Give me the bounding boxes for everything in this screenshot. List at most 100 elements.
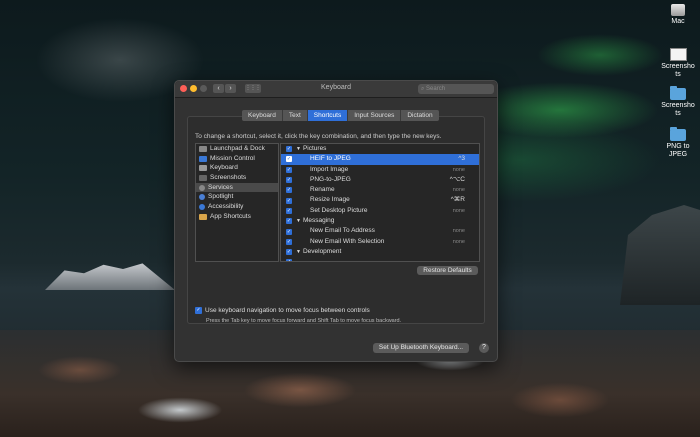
checkbox[interactable]: ✓ (286, 177, 292, 184)
shortcut-label: HEIF to JPEG (310, 155, 351, 163)
tab-shortcuts[interactable]: Shortcuts (307, 110, 349, 121)
keyboard-navigation-option: ✓ Use keyboard navigation to move focus … (195, 307, 370, 314)
shortcut-key[interactable]: none (453, 185, 465, 195)
screenshot-icon (199, 174, 207, 181)
shortcut-row[interactable]: ✓ Set Desktop Picture none (281, 206, 479, 216)
disclosure-triangle-icon[interactable]: ▼ (296, 146, 301, 152)
keyboard-preferences-window: ‹ › ⋮⋮⋮ Keyboard ⌕ Search Keyboard Text … (174, 80, 498, 362)
keyboard-navigation-checkbox[interactable]: ✓ (195, 307, 202, 314)
shortcut-group-messaging[interactable]: ✓ ▼ Messaging (281, 216, 479, 226)
checkbox[interactable]: ✓ (286, 218, 292, 225)
app-shortcuts-icon (199, 213, 207, 220)
keyboard-navigation-label: Use keyboard navigation to move focus be… (205, 307, 370, 314)
category-app-shortcuts[interactable]: App Shortcuts (196, 212, 278, 222)
checkbox[interactable]: ✓ (286, 259, 292, 261)
keyboard-navigation-hint: Press the Tab key to move focus forward … (206, 318, 402, 324)
shortcut-key[interactable]: none (453, 165, 465, 175)
desktop-icon-screenshots-folder[interactable]: Screenshots (658, 86, 698, 118)
tab-text[interactable]: Text (282, 110, 308, 121)
shortcut-group-development[interactable]: ✓ ▼ Development (281, 247, 479, 257)
gear-icon (199, 184, 205, 191)
shortcut-row[interactable]: ✓ New Email With Selection none (281, 237, 479, 247)
category-spotlight[interactable]: Spotlight (196, 192, 278, 202)
mission-control-icon (199, 155, 207, 162)
checkbox[interactable]: ✓ (286, 156, 292, 163)
shortcut-row[interactable]: ✓ (281, 257, 479, 261)
shortcut-key[interactable]: ^⌥C (450, 175, 465, 185)
checkbox[interactable]: ✓ (286, 146, 292, 153)
category-services[interactable]: Services (196, 182, 278, 193)
category-label: Keyboard (210, 164, 238, 172)
category-label: Spotlight (208, 193, 234, 201)
wallpaper-mountain (45, 263, 175, 290)
search-placeholder: Search (426, 86, 446, 92)
shortcut-row[interactable]: ✓ HEIF to JPEG ^3 (281, 154, 479, 165)
desktop-icon-label: Mac (671, 18, 685, 25)
shortcut-row[interactable]: ✓ PNG-to-JPEG ^⌥C (281, 175, 479, 185)
shortcut-row[interactable]: ✓ Rename none (281, 185, 479, 195)
screenshot-icon (669, 48, 687, 61)
category-mission-control[interactable]: Mission Control (196, 154, 278, 164)
help-button[interactable]: ? (479, 343, 489, 353)
category-label: App Shortcuts (210, 212, 251, 220)
tab-bar: Keyboard Text Shortcuts Input Sources Di… (242, 110, 439, 121)
desktop-icon-screenshots-file[interactable]: Screenshots (658, 48, 698, 79)
shortcut-row[interactable]: ✓ Resize Image ^⌘R (281, 195, 479, 205)
desktop-icon-mac[interactable]: Mac (658, 4, 698, 26)
shortcut-key[interactable]: ^⌘R (451, 195, 465, 205)
shortcut-key[interactable]: none (453, 206, 465, 216)
checkbox[interactable]: ✓ (286, 238, 292, 245)
restore-defaults-button[interactable]: Restore Defaults (417, 266, 478, 275)
shortcut-label: Development (302, 247, 342, 255)
desktop-icon-label: Screenshots (661, 102, 695, 117)
disclosure-triangle-icon[interactable]: ▼ (296, 249, 301, 255)
checkbox[interactable]: ✓ (286, 197, 292, 204)
shortcut-label: Rename (310, 186, 335, 194)
wallpaper-cliff (620, 205, 700, 305)
shortcut-label: PNG-to-JPEG (310, 175, 351, 183)
setup-bluetooth-keyboard-button[interactable]: Set Up Bluetooth Keyboard... (373, 343, 469, 353)
category-label: Mission Control (210, 154, 255, 162)
shortcut-label: New Email With Selection (310, 237, 385, 245)
category-screenshots[interactable]: Screenshots (196, 173, 278, 183)
instructions-text: To change a shortcut, select it, click t… (195, 133, 442, 140)
category-list: Launchpad & Dock Mission Control Keyboar… (195, 143, 279, 262)
shortcut-group-pictures[interactable]: ✓ ▼ Pictures (281, 144, 479, 154)
tab-input-sources[interactable]: Input Sources (348, 110, 402, 121)
shortcut-row[interactable]: ✓ Import Image none (281, 165, 479, 175)
drive-icon (671, 4, 685, 16)
shortcut-label: Resize Image (310, 196, 350, 204)
desktop-icon-label: Screenshots (661, 63, 695, 78)
checkbox[interactable]: ✓ (286, 228, 292, 235)
disclosure-triangle-icon[interactable]: ▼ (296, 218, 301, 224)
spotlight-icon (199, 194, 205, 201)
category-label: Accessibility (208, 203, 244, 211)
shortcut-list: ✓ ▼ Pictures ✓ HEIF to JPEG ^3 ✓ Import Image… (280, 143, 480, 262)
folder-icon (670, 86, 686, 100)
folder-icon (670, 127, 686, 141)
checkbox[interactable]: ✓ (286, 166, 292, 173)
keyboard-icon (199, 165, 207, 172)
checkbox[interactable]: ✓ (286, 187, 292, 194)
shortcut-label: Set Desktop Picture (310, 206, 368, 214)
shortcut-key[interactable]: ^3 (458, 154, 465, 164)
category-label: Launchpad & Dock (210, 145, 265, 152)
title-bar: ‹ › ⋮⋮⋮ Keyboard ⌕ Search (175, 81, 497, 98)
shortcut-key[interactable]: none (453, 237, 465, 247)
category-keyboard[interactable]: Keyboard (196, 163, 278, 173)
search-field[interactable]: ⌕ Search (418, 84, 494, 94)
checkbox[interactable]: ✓ (286, 249, 292, 256)
launchpad-icon (199, 145, 207, 152)
category-accessibility[interactable]: Accessibility (196, 202, 278, 212)
desktop-icon-png-to-jpeg-folder[interactable]: PNG to JPEG (658, 127, 698, 159)
shortcut-key[interactable]: none (453, 226, 465, 236)
tab-dictation[interactable]: Dictation (401, 110, 439, 121)
desktop-icon-label: PNG to JPEG (666, 143, 690, 158)
shortcut-label: Messaging (302, 217, 335, 225)
shortcut-label: Pictures (302, 145, 327, 152)
shortcut-label: Import Image (310, 165, 349, 173)
checkbox[interactable]: ✓ (286, 207, 292, 214)
category-launchpad-dock[interactable]: Launchpad & Dock (196, 144, 278, 154)
shortcut-row[interactable]: ✓ New Email To Address none (281, 226, 479, 236)
tab-keyboard[interactable]: Keyboard (242, 110, 283, 121)
